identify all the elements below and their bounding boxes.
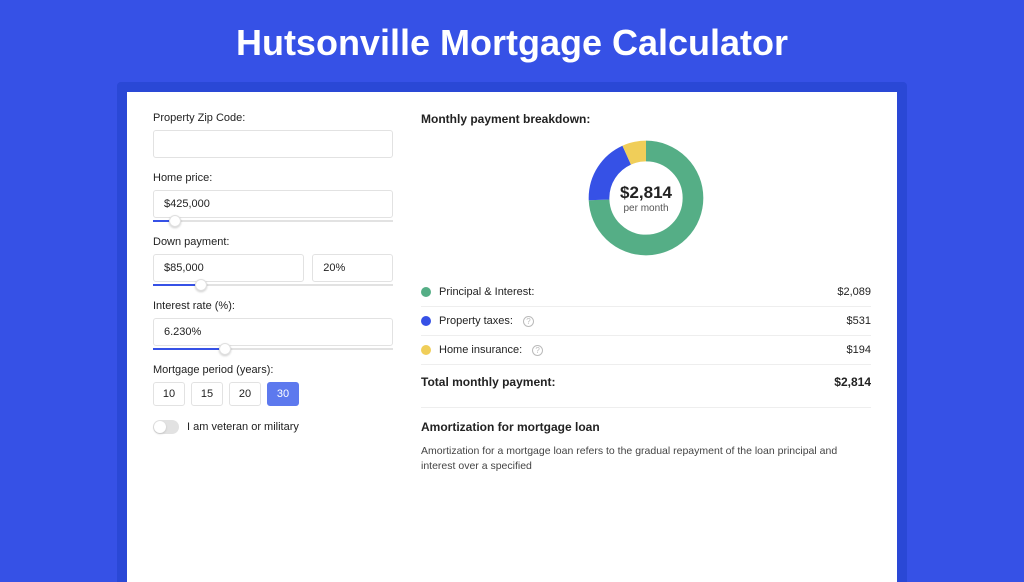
veteran-row: I am veteran or military — [153, 420, 393, 434]
legend-row-home_insurance: Home insurance:? $194 — [421, 336, 871, 365]
donut-chart: $2,814 per month — [584, 136, 708, 260]
zip-label: Property Zip Code: — [153, 112, 393, 124]
form-column: Property Zip Code: Home price: Down paym… — [153, 112, 393, 562]
legend-label: Home insurance: — [439, 344, 522, 356]
donut-sub: per month — [623, 203, 668, 214]
interest-rate-input[interactable] — [153, 318, 393, 346]
veteran-label: I am veteran or military — [187, 421, 299, 433]
slider-thumb[interactable] — [195, 279, 207, 291]
bullet-icon — [421, 316, 431, 326]
legend-value: $531 — [847, 315, 871, 327]
interest-rate-slider[interactable] — [153, 348, 393, 350]
down-payment-field: Down payment: — [153, 236, 393, 286]
slider-thumb[interactable] — [219, 343, 231, 355]
slider-thumb[interactable] — [169, 215, 181, 227]
page-title: Hutsonville Mortgage Calculator — [0, 0, 1024, 82]
down-payment-slider[interactable] — [153, 284, 393, 286]
legend-row-principal_interest: Principal & Interest: $2,089 — [421, 278, 871, 307]
donut-value: $2,814 — [620, 183, 672, 203]
legend-label: Principal & Interest: — [439, 286, 534, 298]
zip-field: Property Zip Code: — [153, 112, 393, 158]
toggle-thumb — [154, 421, 166, 433]
legend-value: $194 — [847, 344, 871, 356]
home-price-slider[interactable] — [153, 220, 393, 222]
breakdown-title: Monthly payment breakdown: — [421, 112, 871, 126]
calculator-panel: Property Zip Code: Home price: Down paym… — [127, 92, 897, 582]
amortization-body: Amortization for a mortgage loan refers … — [421, 444, 871, 473]
period-field: Mortgage period (years): 10152030 — [153, 364, 393, 406]
amortization-title: Amortization for mortgage loan — [421, 407, 871, 434]
period-label: Mortgage period (years): — [153, 364, 393, 376]
interest-rate-field: Interest rate (%): — [153, 300, 393, 350]
period-btn-15[interactable]: 15 — [191, 382, 223, 406]
donut-center: $2,814 per month — [584, 136, 708, 260]
interest-rate-label: Interest rate (%): — [153, 300, 393, 312]
period-btn-10[interactable]: 10 — [153, 382, 185, 406]
down-payment-label: Down payment: — [153, 236, 393, 248]
total-amount: $2,814 — [834, 375, 871, 389]
legend-label: Property taxes: — [439, 315, 513, 327]
breakdown-column: Monthly payment breakdown: $2,814 per mo… — [421, 112, 871, 562]
help-icon[interactable]: ? — [523, 316, 534, 327]
home-price-field: Home price: — [153, 172, 393, 222]
down-payment-input[interactable] — [153, 254, 304, 282]
home-price-input[interactable] — [153, 190, 393, 218]
legend-value: $2,089 — [837, 286, 871, 298]
help-icon[interactable]: ? — [532, 345, 543, 356]
bullet-icon — [421, 287, 431, 297]
bullet-icon — [421, 345, 431, 355]
down-payment-percent-input[interactable] — [312, 254, 393, 282]
home-price-label: Home price: — [153, 172, 393, 184]
total-label: Total monthly payment: — [421, 375, 555, 389]
legend-row-property_taxes: Property taxes:? $531 — [421, 307, 871, 336]
panel-wrap: Property Zip Code: Home price: Down paym… — [117, 82, 907, 582]
total-row: Total monthly payment: $2,814 — [421, 365, 871, 403]
legend: Principal & Interest: $2,089 Property taxe… — [421, 278, 871, 365]
veteran-toggle[interactable] — [153, 420, 179, 434]
period-btn-20[interactable]: 20 — [229, 382, 261, 406]
zip-input[interactable] — [153, 130, 393, 158]
period-btn-30[interactable]: 30 — [267, 382, 299, 406]
donut-chart-wrap: $2,814 per month — [421, 136, 871, 260]
